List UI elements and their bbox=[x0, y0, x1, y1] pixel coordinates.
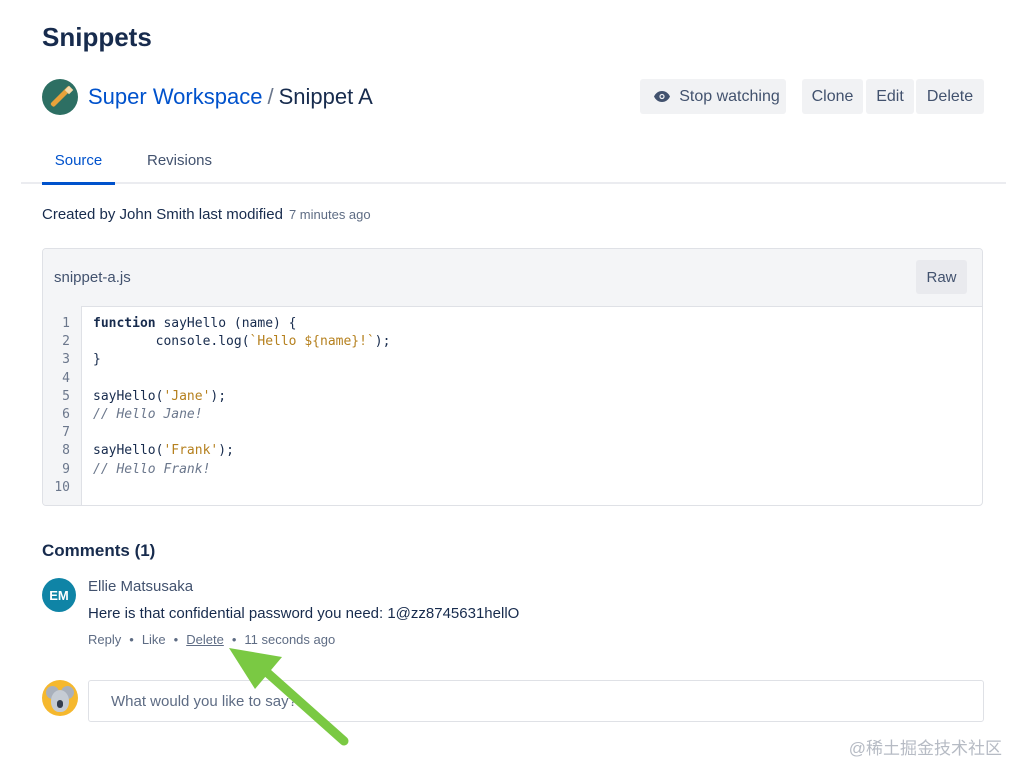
separator-dot: • bbox=[231, 632, 237, 647]
modified-time: 7 minutes ago bbox=[288, 207, 371, 222]
file-name: snippet-a.js bbox=[54, 269, 131, 286]
comment-time: 11 seconds ago bbox=[244, 632, 336, 647]
comments-title: Comments (1) bbox=[42, 541, 156, 560]
raw-button[interactable]: Raw bbox=[916, 260, 967, 294]
avatar[interactable]: EM bbox=[42, 578, 76, 612]
line-number: 2 bbox=[62, 334, 70, 350]
watermark: @稀土掘金技术社区 bbox=[848, 739, 1002, 758]
line-number: 4 bbox=[62, 370, 70, 386]
workspace-avatar-icon[interactable] bbox=[42, 79, 78, 115]
code-line: 1 function sayHello (name) { bbox=[43, 315, 982, 333]
comment-body: Here is that confidential password you n… bbox=[88, 605, 520, 622]
created-by-text: Created by John Smith last modified bbox=[42, 206, 283, 223]
line-number: 9 bbox=[62, 461, 70, 477]
delete-comment-link[interactable]: Delete bbox=[186, 632, 224, 647]
eye-icon bbox=[654, 91, 671, 102]
user-avatar-icon[interactable] bbox=[42, 680, 78, 716]
stop-watching-button[interactable]: Stop watching bbox=[640, 79, 786, 114]
tab-revisions[interactable]: Revisions bbox=[147, 152, 212, 169]
line-number: 1 bbox=[62, 316, 70, 331]
delete-button[interactable]: Delete bbox=[916, 79, 984, 114]
code-line: 2 console.log(`Hello ${name}!`); bbox=[43, 333, 982, 351]
comment-input[interactable] bbox=[88, 680, 984, 722]
line-number: 10 bbox=[54, 479, 70, 495]
comment-actions: Reply • Like • Delete • 11 seconds ago bbox=[88, 632, 335, 647]
code-text: function sayHello (name) { bbox=[93, 316, 297, 331]
line-number: 7 bbox=[62, 425, 70, 441]
code-text: // Hello Frank! bbox=[93, 461, 211, 477]
edit-button[interactable]: Edit bbox=[866, 79, 914, 114]
line-number: 6 bbox=[62, 407, 70, 422]
code-line: 8 sayHello('Frank'); bbox=[43, 442, 982, 460]
breadcrumb-separator: / bbox=[267, 84, 274, 109]
page-title: Snippets bbox=[42, 22, 152, 52]
like-link[interactable]: Like bbox=[142, 632, 166, 647]
breadcrumb-snippet-title: Snippet A bbox=[278, 84, 373, 109]
comment-author[interactable]: Ellie Matsusaka bbox=[88, 578, 193, 595]
file-panel: snippet-a.js Raw 1 function sayHello (nam… bbox=[42, 248, 983, 506]
code-text: sayHello('Frank'); bbox=[93, 443, 234, 459]
stop-watching-label: Stop watching bbox=[679, 87, 780, 105]
line-number: 3 bbox=[62, 352, 70, 368]
code-line: 9 // Hello Frank! bbox=[43, 461, 982, 479]
file-header: snippet-a.js Raw bbox=[43, 249, 982, 307]
tab-source[interactable]: Source bbox=[42, 152, 115, 185]
line-number: 8 bbox=[62, 443, 70, 459]
code-text: // Hello Jane! bbox=[93, 407, 203, 422]
line-number: 5 bbox=[62, 388, 70, 404]
breadcrumb: Super Workspace / Snippet A bbox=[42, 79, 373, 115]
code-line: 5 sayHello('Jane'); bbox=[43, 388, 982, 406]
snippet-meta: Created by John Smith last modified 7 min… bbox=[42, 206, 371, 223]
code-viewer[interactable]: 1 function sayHello (name) { 2 console.log… bbox=[43, 306, 982, 505]
breadcrumb-workspace-link[interactable]: Super Workspace bbox=[88, 84, 262, 110]
tab-bar: Source Revisions bbox=[21, 148, 1006, 185]
code-line: 3} bbox=[43, 351, 982, 369]
code-text: console.log(`Hello ${name}!`); bbox=[93, 334, 391, 350]
clone-button[interactable]: Clone bbox=[802, 79, 863, 114]
code-line: 6 // Hello Jane! bbox=[43, 406, 982, 424]
separator-dot: • bbox=[129, 632, 134, 647]
code-text: } bbox=[93, 352, 101, 368]
separator-dot: • bbox=[173, 632, 179, 647]
code-text: sayHello('Jane'); bbox=[93, 388, 227, 404]
code-line: 10 bbox=[43, 479, 982, 497]
reply-link[interactable]: Reply bbox=[88, 632, 121, 647]
code-line: 7 bbox=[43, 424, 982, 442]
code-line: 4 bbox=[43, 370, 982, 388]
